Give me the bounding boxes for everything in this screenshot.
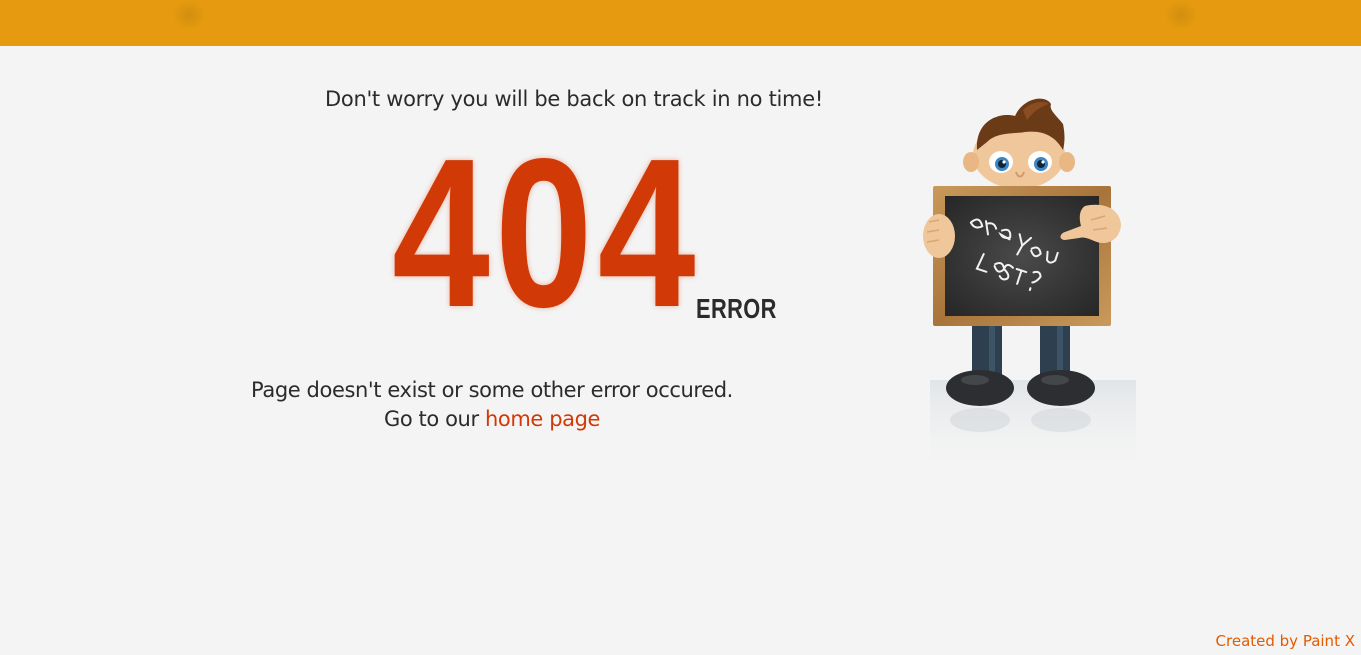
bar-shadow-left bbox=[172, 0, 206, 30]
error-code: 404 bbox=[392, 114, 701, 351]
error-label: ERROR bbox=[696, 293, 777, 324]
bar-shadow-right bbox=[1164, 0, 1198, 30]
credit-text: Created by Paint X bbox=[1215, 632, 1355, 650]
error-message: Page doesn't exist or some other error o… bbox=[230, 376, 754, 434]
lost-boy-illustration bbox=[923, 98, 1136, 480]
right-ear bbox=[1059, 152, 1075, 172]
message-line-2: Go to our home page bbox=[230, 405, 754, 434]
chalkboard bbox=[945, 196, 1099, 316]
left-ear bbox=[963, 152, 979, 172]
home-page-link[interactable]: home page bbox=[485, 407, 600, 431]
message-prefix: Go to our bbox=[383, 407, 479, 431]
top-bar bbox=[0, 0, 1361, 46]
right-shoe bbox=[1027, 370, 1095, 406]
message-line-1: Page doesn't exist or some other error o… bbox=[251, 378, 733, 402]
